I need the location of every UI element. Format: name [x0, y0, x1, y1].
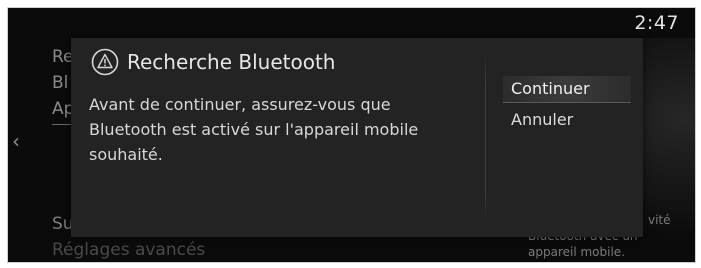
- cancel-button[interactable]: Annuler: [503, 107, 631, 133]
- bluetooth-search-dialog: Recherche Bluetooth Avant de continuer, …: [71, 38, 643, 237]
- dialog-message-line: souhaité.: [89, 145, 163, 164]
- background-menu-item-advanced-settings: Réglages avancés: [52, 240, 206, 260]
- back-arrow-icon[interactable]: ‹: [12, 131, 20, 151]
- continue-button[interactable]: Continuer: [503, 76, 631, 103]
- dialog-message-line: Avant de continuer, assurez-vous que: [89, 95, 391, 114]
- warning-icon: [91, 48, 119, 76]
- clock: 2:47: [634, 12, 679, 34]
- infotainment-screen: 2:47 ‹ Re Bl Ap Su Réglages avancés vité…: [7, 7, 696, 263]
- dialog-divider: [485, 52, 486, 224]
- help-note-line: appareil mobile.: [528, 245, 625, 259]
- dialog-message-line: Bluetooth est activé sur l'appareil mobi…: [89, 120, 419, 139]
- dialog-title: Recherche Bluetooth: [127, 50, 336, 74]
- dialog-message: Avant de continuer, assurez-vous que Blu…: [89, 92, 469, 167]
- dialog-actions: Continuer Annuler: [503, 76, 631, 133]
- dialog-header: Recherche Bluetooth: [91, 48, 336, 76]
